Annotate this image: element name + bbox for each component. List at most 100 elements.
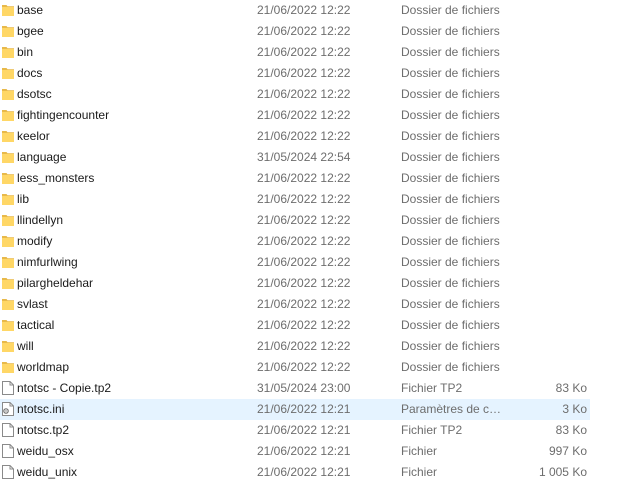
list-item[interactable]: language 31/05/2024 22:54 Dossier de fichi… [0,147,590,168]
item-type: Dossier de fichiers [401,87,500,101]
item-date-modified: 21/06/2022 12:22 [257,192,351,206]
list-item[interactable]: lib 21/06/2022 12:22 Dossier de fichiers [0,189,590,210]
settings-file-icon [2,402,14,416]
list-item[interactable]: pilargheldehar 21/06/2022 12:22 Dossier de… [0,273,590,294]
folder-icon [2,108,14,122]
item-name: language [17,150,67,164]
item-name: ntotsc.tp2 [17,423,70,437]
item-size: 1 005 Ko [538,465,587,479]
folder-icon [2,255,14,269]
list-item[interactable]: ntotsc.tp2 21/06/2022 12:21 Fichier TP2 83 … [0,420,590,441]
item-date-modified: 21/06/2022 12:21 [257,465,351,479]
item-name: fightingencounter [17,108,110,122]
item-name: pilargheldehar [17,276,94,290]
item-date-modified: 21/06/2022 12:22 [257,87,351,101]
item-type: Dossier de fichiers [401,318,500,332]
list-item[interactable]: worldmap 21/06/2022 12:22 Dossier de fichi… [0,357,590,378]
item-name: nimfurlwing [17,255,78,269]
list-item[interactable]: ntotsc.ini 21/06/2022 12:21 Paramètres de … [0,399,590,420]
folder-icon [2,318,14,332]
item-date-modified: 21/06/2022 12:22 [257,213,351,227]
item-date-modified: 21/06/2022 12:22 [257,255,351,269]
item-type: Paramètres de co... [401,402,505,416]
item-type: Dossier de fichiers [401,171,500,185]
item-type: Dossier de fichiers [401,339,500,353]
file-icon [2,381,14,395]
list-item[interactable]: ntotsc - Copie.tp2 31/05/2024 23:00 Fichie… [0,378,590,399]
item-date-modified: 21/06/2022 12:22 [257,66,351,80]
list-item[interactable]: nimfurlwing 21/06/2022 12:22 Dossier de fi… [0,252,590,273]
item-date-modified: 21/06/2022 12:22 [257,108,351,122]
list-item[interactable]: dsotsc 21/06/2022 12:22 Dossier de fichier… [0,84,590,105]
item-name: modify [17,234,53,248]
file-list: base 21/06/2022 12:22 Dossier de fichiers b… [0,0,638,502]
item-type: Dossier de fichiers [401,192,500,206]
item-name: dsotsc [17,87,52,101]
file-icon [2,423,14,437]
item-date-modified: 21/06/2022 12:21 [257,423,351,437]
list-item[interactable]: will 21/06/2022 12:22 Dossier de fichiers [0,336,590,357]
item-date-modified: 21/06/2022 12:22 [257,24,351,38]
item-name: weidu_unix [17,465,78,479]
item-name: bin [17,45,34,59]
item-date-modified: 21/06/2022 12:22 [257,234,351,248]
item-size: 83 Ko [555,423,587,437]
list-item[interactable]: tactical 21/06/2022 12:22 Dossier de fichi… [0,315,590,336]
item-type: Dossier de fichiers [401,129,500,143]
item-size: 997 Ko [548,444,587,458]
list-item[interactable]: base 21/06/2022 12:22 Dossier de fichiers [0,0,590,21]
folder-icon [2,24,14,38]
item-date-modified: 21/06/2022 12:22 [257,45,351,59]
item-name: worldmap [17,360,70,374]
folder-icon [2,360,14,374]
list-item[interactable]: llindellyn 21/06/2022 12:22 Dossier de fic… [0,210,590,231]
item-type: Dossier de fichiers [401,24,500,38]
item-type: Dossier de fichiers [401,255,500,269]
folder-icon [2,339,14,353]
item-date-modified: 21/06/2022 12:22 [257,360,351,374]
file-icon [2,465,14,479]
item-date-modified: 31/05/2024 22:54 [257,150,351,164]
list-item[interactable]: bin 21/06/2022 12:22 Dossier de fichiers [0,42,590,63]
item-date-modified: 21/06/2022 12:21 [257,444,351,458]
item-type: Fichier TP2 [401,423,463,437]
folder-icon [2,276,14,290]
folder-icon [2,150,14,164]
item-name: weidu_osx [17,444,74,458]
item-date-modified: 21/06/2022 12:22 [257,276,351,290]
folder-icon [2,297,14,311]
item-date-modified: 21/06/2022 12:21 [257,402,351,416]
list-item[interactable]: keelor 21/06/2022 12:22 Dossier de fichier… [0,126,590,147]
item-type: Dossier de fichiers [401,297,500,311]
item-type: Dossier de fichiers [401,276,500,290]
item-type: Fichier TP2 [401,381,463,395]
list-item[interactable]: less_monsters 21/06/2022 12:22 Dossier de … [0,168,590,189]
list-item[interactable]: weidu_unix 21/06/2022 12:21 Fichier 1 005 K… [0,462,590,483]
item-name: docs [17,66,43,80]
folder-icon [2,3,14,17]
item-date-modified: 21/06/2022 12:22 [257,171,351,185]
list-item[interactable]: bgee 21/06/2022 12:22 Dossier de fichiers [0,21,590,42]
list-item[interactable]: docs 21/06/2022 12:22 Dossier de fichiers [0,63,590,84]
item-name: lib [17,192,30,206]
item-date-modified: 21/06/2022 12:22 [257,297,351,311]
item-name: base [17,3,44,17]
folder-icon [2,192,14,206]
item-type: Dossier de fichiers [401,45,500,59]
item-name: ntotsc - Copie.tp2 [17,381,112,395]
item-name: bgee [17,24,44,38]
file-icon [2,444,14,458]
item-type: Dossier de fichiers [401,66,500,80]
item-name: less_monsters [17,171,95,185]
item-type: Dossier de fichiers [401,3,500,17]
item-type: Dossier de fichiers [401,213,500,227]
list-item[interactable]: svlast 21/06/2022 12:22 Dossier de fichier… [0,294,590,315]
item-name: keelor [17,129,50,143]
list-item[interactable]: modify 21/06/2022 12:22 Dossier de fichier… [0,231,590,252]
list-item[interactable]: weidu_osx 21/06/2022 12:21 Fichier 997 Ko [0,441,590,462]
list-item[interactable]: fightingencounter 21/06/2022 12:22 Dossier… [0,105,590,126]
item-name: svlast [17,297,48,311]
folder-icon [2,66,14,80]
item-date-modified: 31/05/2024 23:00 [257,381,351,395]
item-name: will [17,339,34,353]
